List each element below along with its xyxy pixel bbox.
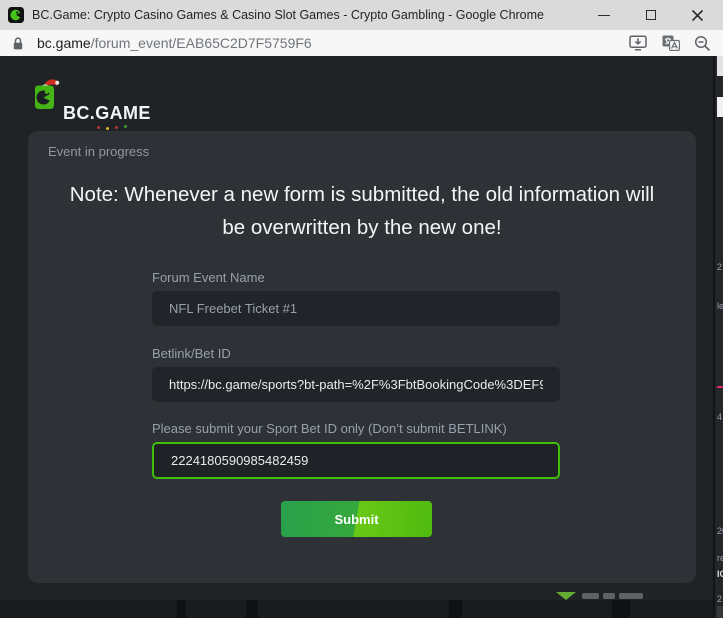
close-button[interactable]	[674, 0, 721, 30]
sliver-text-fragment: re	[717, 553, 723, 563]
sliver-pink-line	[717, 386, 723, 388]
note-heading: Note: Whenever a new form is submitted, …	[62, 178, 662, 244]
sliver-text-fragment: 4	[717, 412, 722, 422]
partial-footer-text	[582, 593, 599, 599]
url-domain: bc.game	[37, 35, 91, 51]
sliver-bottom-block	[717, 606, 723, 618]
window-titlebar[interactable]: BC.Game: Crypto Casino Games & Casino Sl…	[0, 0, 723, 30]
logo-ornament-dot	[97, 126, 100, 129]
zoom-out-button[interactable]	[694, 35, 711, 52]
below-fold-section	[0, 600, 723, 618]
lock-icon[interactable]	[12, 36, 24, 51]
bcgame-logo-icon	[30, 76, 60, 114]
fold-divider	[177, 600, 186, 618]
window-title: BC.Game: Crypto Casino Games & Casino Sl…	[32, 8, 544, 22]
window-controls	[580, 0, 721, 30]
page-content: BC.GAME Event in progress Note: Whenever…	[0, 56, 723, 618]
magnifier-minus-icon	[694, 35, 711, 52]
partial-footer-text	[619, 593, 643, 599]
minimize-icon	[598, 15, 610, 16]
browser-window: BC.Game: Crypto Casino Games & Casino Sl…	[0, 0, 723, 618]
close-icon	[691, 9, 704, 22]
maximize-icon	[646, 10, 656, 20]
sliver-scrollbar-thumb	[717, 97, 723, 117]
sliver-text-fragment: 20	[717, 526, 723, 536]
sliver-light-block	[717, 56, 723, 76]
sliver-text-fragment: le	[717, 301, 723, 311]
url-text[interactable]: bc.game/forum_event/EAB65C2D7F5759F6	[37, 35, 312, 51]
translate-button[interactable]	[662, 35, 680, 51]
address-bar[interactable]: bc.game/forum_event/EAB65C2D7F5759F6	[0, 30, 723, 56]
bcgame-favicon-icon	[8, 7, 24, 23]
fold-divider	[449, 600, 462, 618]
download-icon	[628, 35, 648, 51]
sliver-text-fragment: IC	[717, 569, 723, 579]
maximize-button[interactable]	[627, 0, 674, 30]
submit-button[interactable]: Submit	[281, 501, 432, 537]
logo-ornament-dot	[106, 127, 109, 130]
partial-footer-text	[603, 593, 615, 599]
forum-event-name-label: Forum Event Name	[152, 270, 265, 285]
fold-divider	[246, 600, 258, 618]
betlink-bet-id-input[interactable]	[152, 367, 560, 402]
translate-icon	[662, 35, 680, 51]
bcgame-logo[interactable]: BC.GAME	[30, 76, 180, 128]
url-path: /forum_event/EAB65C2D7F5759F6	[91, 35, 312, 51]
betlink-bet-id-label: Betlink/Bet ID	[152, 346, 231, 361]
forum-event-name-input[interactable]	[152, 291, 560, 326]
right-edge-sliver: 2 le 4 20 re IC 2	[713, 56, 723, 618]
minimize-button[interactable]	[580, 0, 627, 30]
address-bar-actions	[628, 35, 711, 52]
sport-bet-id-input[interactable]	[152, 442, 560, 479]
logo-ornament-dot	[124, 125, 127, 128]
event-status-label: Event in progress	[48, 144, 149, 159]
download-button[interactable]	[628, 35, 648, 51]
sliver-text-fragment: 2	[717, 594, 722, 604]
event-form-card: Event in progress Note: Whenever a new f…	[28, 131, 696, 583]
sport-bet-id-label: Please submit your Sport Bet ID only (Do…	[152, 421, 507, 436]
fold-divider	[612, 600, 630, 618]
bcgame-logo-text: BC.GAME	[63, 103, 151, 124]
sliver-text-fragment: 2	[717, 262, 722, 272]
chevron-down-icon	[556, 592, 576, 600]
logo-ornament-dot	[115, 126, 118, 129]
